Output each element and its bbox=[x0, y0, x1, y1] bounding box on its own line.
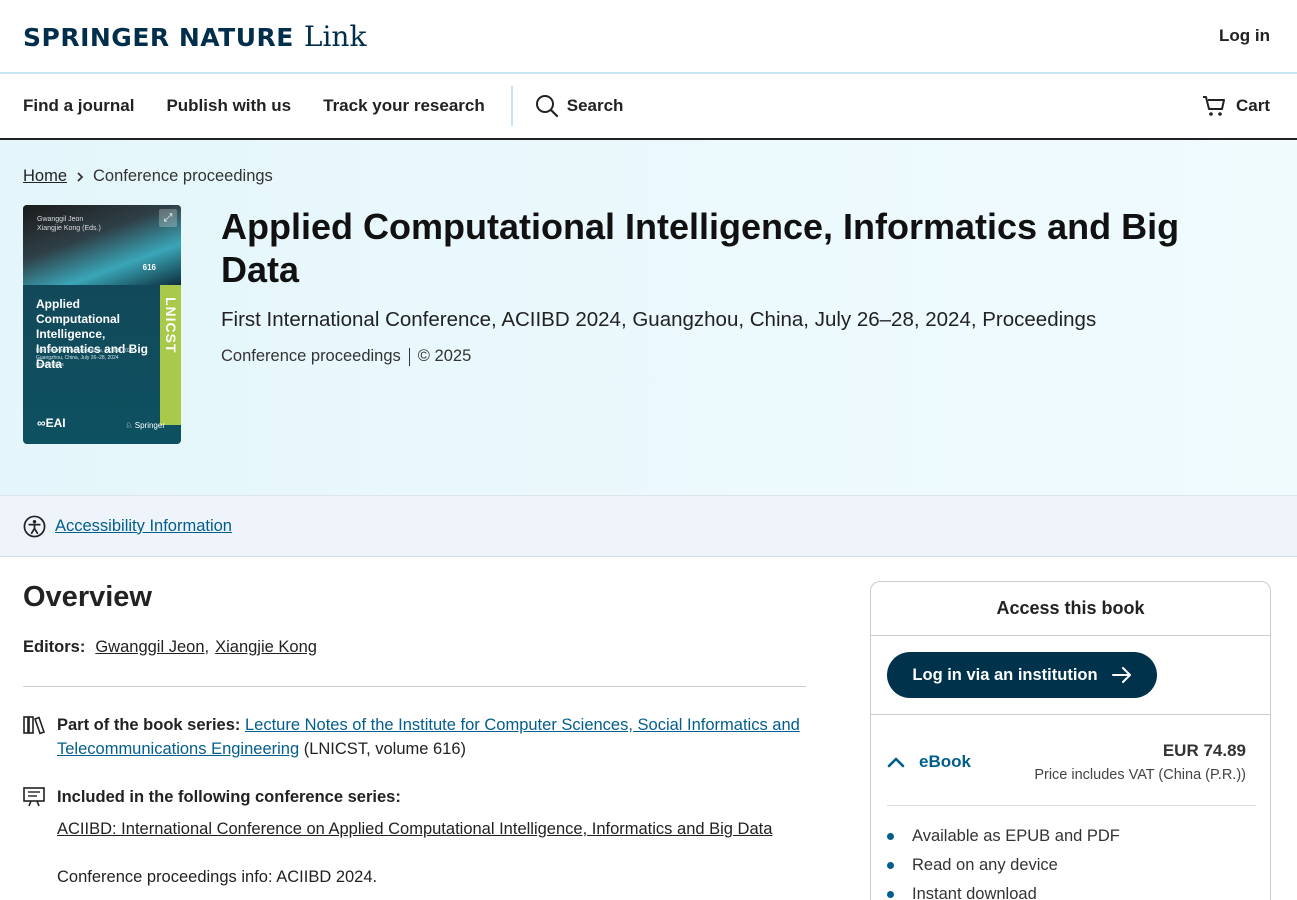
nav-track-research[interactable]: Track your research bbox=[323, 96, 485, 116]
book-hero: Home Conference proceedings Gwanggil Jeo… bbox=[0, 140, 1297, 496]
book-series-volume: (LNICST, volume 616) bbox=[299, 740, 467, 758]
breadcrumb-home[interactable]: Home bbox=[23, 167, 67, 186]
cart-label: Cart bbox=[1235, 96, 1270, 115]
feature-item: Instant download bbox=[887, 880, 1254, 900]
arrow-right-icon bbox=[1111, 667, 1131, 683]
cover-editor-1: Gwanggil Jeon bbox=[37, 216, 84, 223]
book-meta: Conference proceedings © 2025 bbox=[221, 347, 1231, 366]
ebook-option[interactable]: eBook EUR 74.89 Price includes VAT (Chin… bbox=[871, 715, 1270, 783]
nav-publish-with-us[interactable]: Publish with us bbox=[166, 96, 291, 116]
book-series-label: Part of the book series: bbox=[57, 716, 241, 734]
cart-button[interactable]: Cart bbox=[1202, 95, 1270, 117]
conference-series-info: Included in the following conference ser… bbox=[23, 785, 806, 889]
cart-icon bbox=[1202, 96, 1225, 116]
books-icon bbox=[23, 716, 45, 735]
conference-info: Conference proceedings info: ACIIBD 2024… bbox=[57, 868, 378, 886]
login-institution-label: Log in via an institution bbox=[912, 665, 1098, 684]
vat-note: Price includes VAT (China (P.R.)) bbox=[1034, 767, 1246, 783]
ebook-label: eBook bbox=[919, 752, 971, 771]
nav-find-journal[interactable]: Find a journal bbox=[23, 96, 134, 116]
ebook-features: Available as EPUB and PDF Read on any de… bbox=[871, 806, 1270, 900]
ebook-price: EUR 74.89 bbox=[1162, 741, 1246, 760]
nav-divider bbox=[510, 86, 513, 126]
cover-springer-logo: ♘ Springer bbox=[125, 421, 165, 430]
accessibility-icon bbox=[23, 515, 46, 537]
book-series-info: Part of the book series: Lecture Notes o… bbox=[23, 713, 806, 761]
main-content: Overview Editors: Gwanggil Jeon, Xiangji… bbox=[0, 557, 1297, 900]
book-title: Applied Computational Intelligence, Info… bbox=[221, 206, 1180, 290]
search-button[interactable]: Search bbox=[535, 94, 624, 118]
breadcrumb-current: Conference proceedings bbox=[93, 167, 273, 185]
cover-subtitle-3: Proceedings bbox=[36, 362, 64, 368]
site-header: SPRINGER NATURE Link Log in bbox=[0, 0, 1297, 74]
overview-heading: Overview bbox=[23, 581, 152, 613]
content-type: Conference proceedings bbox=[221, 347, 401, 365]
chevron-up-icon[interactable] bbox=[887, 756, 905, 768]
editors-label: Editors: bbox=[23, 638, 86, 656]
search-label: Search bbox=[566, 96, 624, 115]
accessibility-link[interactable]: Accessibility Information bbox=[55, 517, 232, 536]
meta-divider bbox=[408, 347, 410, 366]
access-panel-title: Access this book bbox=[871, 582, 1270, 636]
cover-artwork: Gwanggil Jeon Xiangjie Kong (Eds.) ⤢ bbox=[23, 205, 181, 285]
editor-link-kong[interactable]: Xiangjie Kong bbox=[215, 638, 317, 657]
logo-springer-nature: SPRINGER NATURE bbox=[23, 22, 294, 52]
cover-editor-2: Xiangjie Kong (Eds.) bbox=[37, 225, 101, 232]
logo-link: Link bbox=[303, 19, 367, 53]
conference-series-label: Included in the following conference ser… bbox=[57, 788, 401, 806]
springer-nature-link-logo[interactable]: SPRINGER NATURE Link bbox=[23, 20, 366, 53]
cover-subtitle-2: Guangzhou, China, July 26–28, 2024 bbox=[36, 355, 119, 361]
copyright-year: © 2025 bbox=[417, 347, 472, 365]
expand-icon[interactable]: ⤢ bbox=[159, 209, 177, 227]
feature-item: Read on any device bbox=[887, 851, 1254, 880]
access-panel: Access this book Log in via an instituti… bbox=[870, 581, 1271, 900]
main-nav: Find a journal Publish with us Track you… bbox=[0, 74, 1297, 140]
conference-series-link[interactable]: ACIIBD: International Conference on Appl… bbox=[57, 820, 772, 838]
cover-volume: 616 bbox=[142, 263, 156, 272]
feature-item: Available as EPUB and PDF bbox=[887, 822, 1254, 851]
overview-section: Overview Editors: Gwanggil Jeon, Xiangji… bbox=[23, 557, 806, 900]
login-link[interactable]: Log in bbox=[1219, 26, 1270, 46]
chevron-right-icon bbox=[77, 171, 84, 182]
editor-link-jeon[interactable]: Gwanggil Jeon bbox=[95, 638, 204, 656]
book-subtitle: First International Conference, ACIIBD 2… bbox=[221, 308, 1097, 331]
breadcrumb: Home Conference proceedings bbox=[23, 167, 1274, 186]
book-cover-image[interactable]: Gwanggil Jeon Xiangjie Kong (Eds.) ⤢ 616… bbox=[23, 205, 181, 444]
accessibility-bar: Accessibility Information bbox=[0, 496, 1297, 557]
search-icon bbox=[535, 95, 558, 118]
cover-series-abbr: LNICST bbox=[163, 297, 179, 354]
login-institution-button[interactable]: Log in via an institution bbox=[887, 652, 1157, 698]
cover-subtitle-1: First International Conference, ACIIBD 2… bbox=[36, 348, 134, 354]
editors-row: Editors: Gwanggil Jeon, Xiangjie Kong bbox=[23, 638, 806, 687]
cover-eai-logo: ∞EAI bbox=[37, 416, 66, 430]
presentation-icon bbox=[23, 787, 45, 807]
